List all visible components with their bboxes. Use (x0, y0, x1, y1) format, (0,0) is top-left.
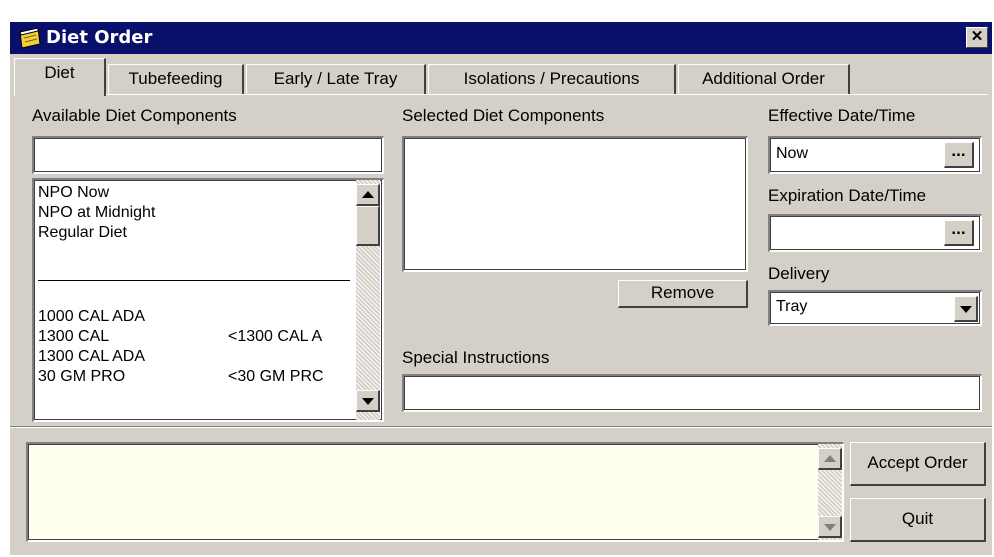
available-search-input[interactable] (32, 136, 384, 174)
tab-diet[interactable]: Diet (14, 58, 106, 96)
divider (10, 427, 992, 428)
list-item[interactable]: NPO at Midnight (38, 204, 155, 222)
order-text-area[interactable] (26, 442, 844, 542)
quit-button[interactable]: Quit (850, 498, 986, 542)
list-item-note: <30 GM PRC (228, 368, 324, 385)
list-item[interactable]: Regular Diet (38, 224, 127, 242)
tab-label: Diet (44, 63, 75, 82)
window-title: Diet Order (46, 27, 153, 48)
selected-list[interactable] (402, 136, 748, 272)
scroll-thumb[interactable] (356, 206, 380, 246)
effective-label: Effective Date/Time (768, 106, 916, 125)
available-label: Available Diet Components (32, 106, 237, 125)
tab-label: Isolations / Precautions (463, 69, 640, 88)
tab-panel-border (14, 94, 988, 95)
list-item[interactable]: 1300 CAL ADA (38, 348, 145, 366)
list-separator (38, 280, 350, 281)
effective-browse-button[interactable]: ... (944, 142, 974, 168)
special-instructions-input[interactable] (402, 374, 982, 412)
list-item[interactable]: 1300 CAL (38, 328, 109, 346)
tab-isolations-precautions[interactable]: Isolations / Precautions (428, 64, 676, 94)
available-list[interactable]: NPO Now NPO at Midnight Regular Diet 100… (32, 178, 384, 422)
selected-label: Selected Diet Components (402, 106, 605, 125)
close-icon: ✕ (970, 28, 984, 45)
expiration-field[interactable]: ... (768, 214, 982, 252)
accept-order-button[interactable]: Accept Order (850, 442, 986, 486)
arrow-down-icon (362, 398, 374, 405)
scroll-up-button[interactable] (356, 184, 380, 206)
remove-button[interactable]: Remove (618, 280, 748, 308)
delivery-label: Delivery (768, 264, 830, 283)
tab-label: Additional Order (702, 69, 825, 88)
delivery-dropdown-button[interactable] (954, 296, 978, 322)
chevron-down-icon (960, 306, 972, 313)
expiration-label: Expiration Date/Time (768, 186, 927, 205)
special-label: Special Instructions (402, 348, 550, 367)
list-item[interactable]: NPO Now (38, 184, 109, 202)
scroll-down-button[interactable] (818, 516, 842, 538)
close-button[interactable]: ✕ (966, 27, 988, 48)
scroll-down-button[interactable] (356, 390, 380, 412)
tab-label: Tubefeeding (128, 69, 223, 88)
scroll-up-button[interactable] (818, 448, 842, 470)
arrow-up-icon (362, 191, 374, 198)
tab-additional-order[interactable]: Additional Order (678, 64, 850, 94)
delivery-value: Tray (776, 298, 808, 315)
list-item[interactable]: 1000 CAL ADA (38, 308, 145, 326)
tab-tubefeeding[interactable]: Tubefeeding (108, 64, 244, 94)
tab-label: Early / Late Tray (273, 69, 398, 88)
list-item[interactable]: 30 GM PRO (38, 368, 125, 386)
effective-field[interactable]: Now ... (768, 136, 982, 174)
expiration-browse-button[interactable]: ... (944, 220, 974, 246)
list-item-note: <1300 CAL A (228, 328, 323, 345)
tab-early-late-tray[interactable]: Early / Late Tray (246, 64, 426, 94)
arrow-up-icon (824, 455, 836, 462)
arrow-down-icon (824, 524, 836, 531)
diet-order-window: Diet Order ✕ Diet Tubefeeding Early / La… (10, 22, 992, 555)
notepad-icon (19, 27, 41, 49)
delivery-select[interactable]: Tray (768, 290, 982, 326)
effective-value: Now (776, 145, 809, 162)
title-bar: Diet Order ✕ (10, 22, 992, 54)
